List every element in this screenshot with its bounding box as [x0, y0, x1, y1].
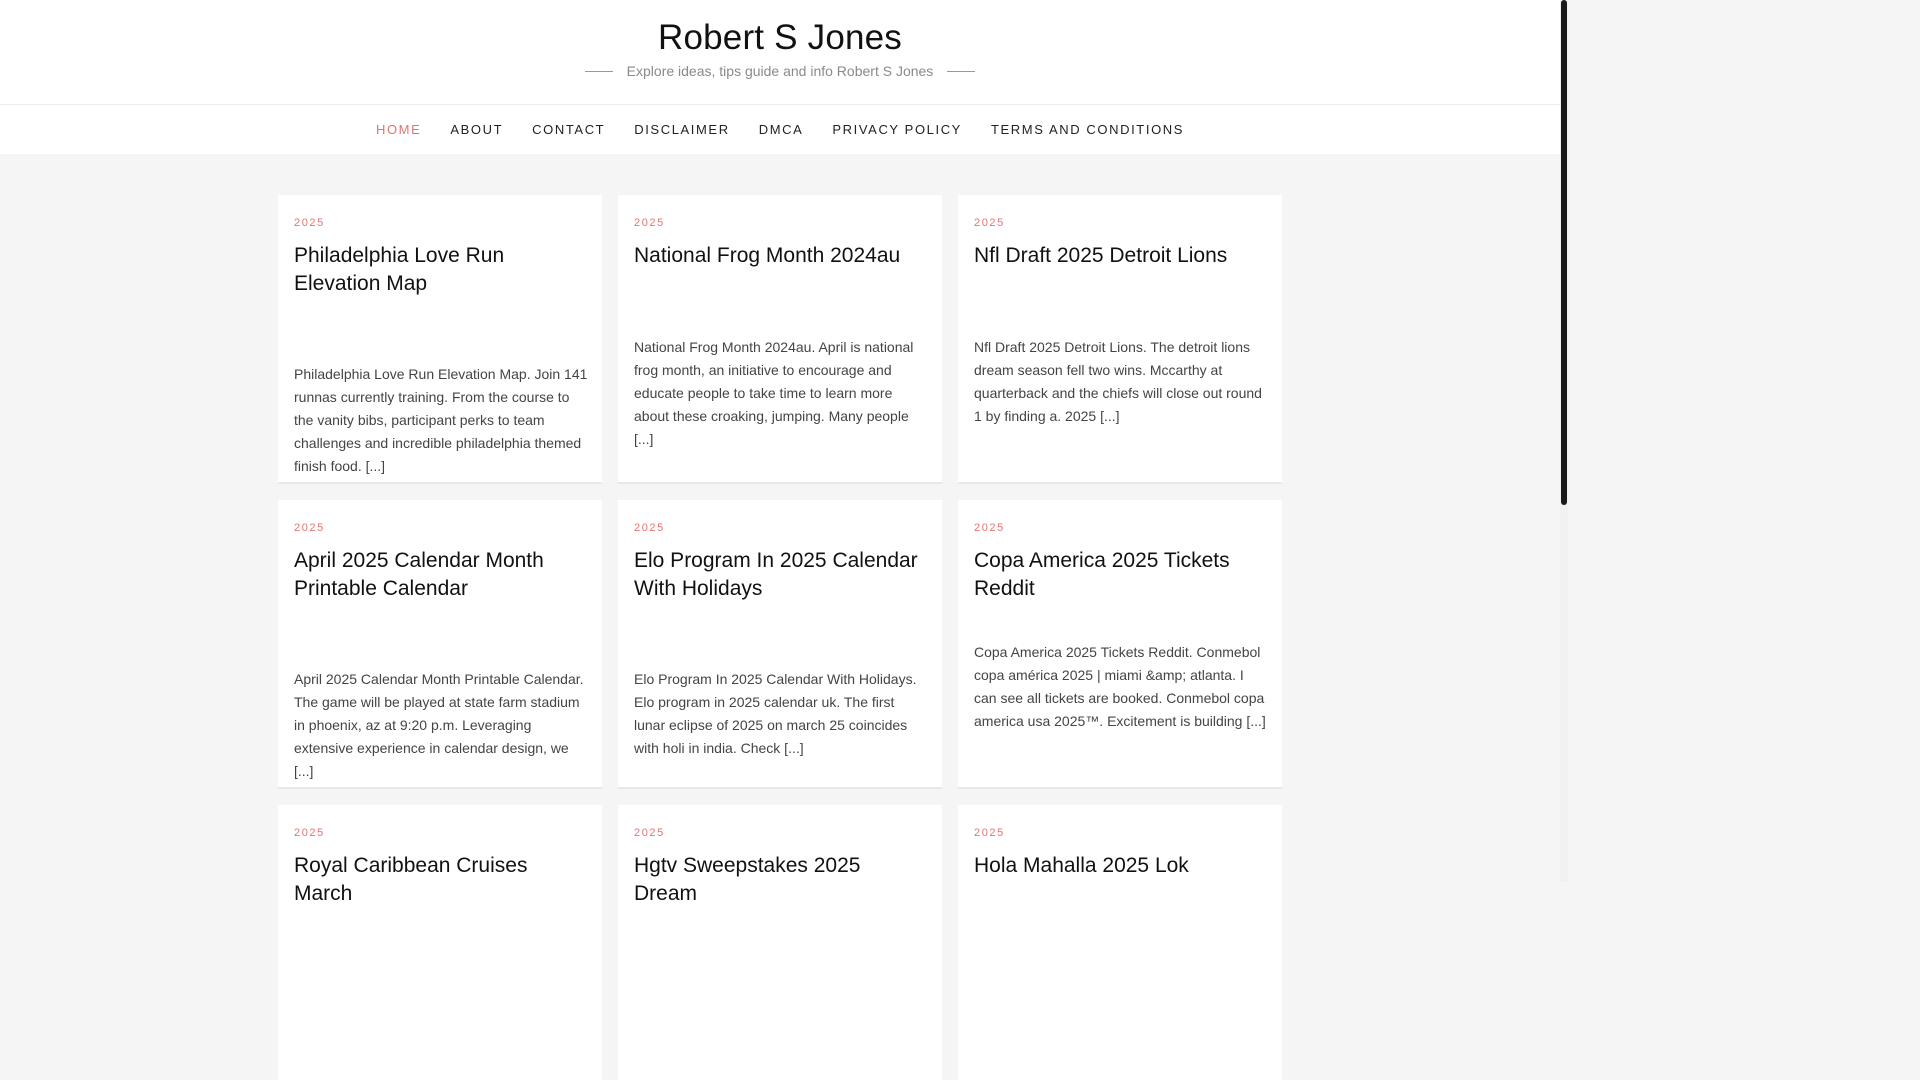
post-excerpt: Nfl Draft 2025 Detroit Lions. The detroi… — [974, 339, 1262, 424]
nav-dmca[interactable]: DMCA — [744, 122, 818, 137]
post-card: 2025 Elo Program In 2025 Calendar With H… — [618, 500, 942, 789]
post-title[interactable]: Philadelphia Love Run Elevation Map — [294, 242, 588, 298]
post-card: 2025 Royal Caribbean Cruises March — [278, 805, 602, 1080]
nav-contact[interactable]: CONTACT — [518, 122, 620, 137]
tagline-divider-left — [584, 70, 613, 72]
nav-home[interactable]: HOME — [361, 122, 435, 137]
post-category[interactable]: 2025 — [634, 522, 665, 534]
post-title[interactable]: National Frog Month 2024au — [634, 242, 928, 270]
site-tagline: Explore ideas, tips guide and info Rober… — [626, 63, 934, 79]
post-category[interactable]: 2025 — [294, 827, 325, 839]
post-category[interactable]: 2025 — [974, 827, 1005, 839]
post-excerpt: April 2025 Calendar Month Printable Cale… — [294, 671, 584, 779]
post-title[interactable]: Elo Program In 2025 Calendar With Holida… — [634, 547, 928, 603]
tagline-row: Explore ideas, tips guide and info Rober… — [0, 63, 1560, 79]
nav-disclaimer[interactable]: DISCLAIMER — [620, 122, 744, 137]
post-card: 2025 Hgtv Sweepstakes 2025 Dream — [618, 805, 942, 1080]
post-title[interactable]: April 2025 Calendar Month Printable Cale… — [294, 547, 588, 603]
nav-terms-and-conditions[interactable]: TERMS AND CONDITIONS — [976, 122, 1198, 137]
post-grid: 2025 Philadelphia Love Run Elevation Map… — [278, 195, 1282, 1080]
post-card: 2025 April 2025 Calendar Month Printable… — [278, 500, 602, 789]
site-header: Robert S Jones Explore ideas, tips guide… — [0, 0, 1568, 105]
post-category[interactable]: 2025 — [294, 217, 325, 229]
post-title[interactable]: Hola Mahalla 2025 Lok — [974, 852, 1268, 880]
post-card: 2025 Copa America 2025 Tickets Reddit Co… — [958, 500, 1282, 789]
post-title[interactable]: Hgtv Sweepstakes 2025 Dream — [634, 852, 928, 908]
post-category[interactable]: 2025 — [634, 217, 665, 229]
tagline-divider-right — [947, 70, 976, 72]
post-title[interactable]: Royal Caribbean Cruises March — [294, 852, 588, 908]
main-nav: HOME ABOUT CONTACT DISCLAIMER DMCA PRIVA… — [0, 105, 1560, 154]
nav-privacy-policy[interactable]: PRIVACY POLICY — [818, 122, 977, 137]
post-excerpt: National Frog Month 2024au. April is nat… — [634, 339, 914, 447]
site-title[interactable]: Robert S Jones — [0, 18, 1560, 58]
post-excerpt: Philadelphia Love Run Elevation Map. Joi… — [294, 366, 588, 474]
post-excerpt: Elo Program In 2025 Calendar With Holida… — [634, 671, 917, 756]
post-card: 2025 Nfl Draft 2025 Detroit Lions Nfl Dr… — [958, 195, 1282, 484]
post-category[interactable]: 2025 — [294, 522, 325, 534]
nav-about[interactable]: ABOUT — [436, 122, 518, 137]
post-card: 2025 National Frog Month 2024au National… — [618, 195, 942, 484]
post-card: 2025 Hola Mahalla 2025 Lok — [958, 805, 1282, 1080]
page-scrollbar[interactable] — [1560, 0, 1568, 882]
post-category[interactable]: 2025 — [974, 522, 1005, 534]
post-title[interactable]: Copa America 2025 Tickets Reddit — [974, 547, 1268, 603]
post-card: 2025 Philadelphia Love Run Elevation Map… — [278, 195, 602, 484]
post-excerpt: Copa America 2025 Tickets Reddit. Conmeb… — [974, 644, 1266, 729]
post-category[interactable]: 2025 — [974, 217, 1005, 229]
scrollbar-thumb[interactable] — [1561, 0, 1567, 505]
post-title[interactable]: Nfl Draft 2025 Detroit Lions — [974, 242, 1268, 270]
post-category[interactable]: 2025 — [634, 827, 665, 839]
